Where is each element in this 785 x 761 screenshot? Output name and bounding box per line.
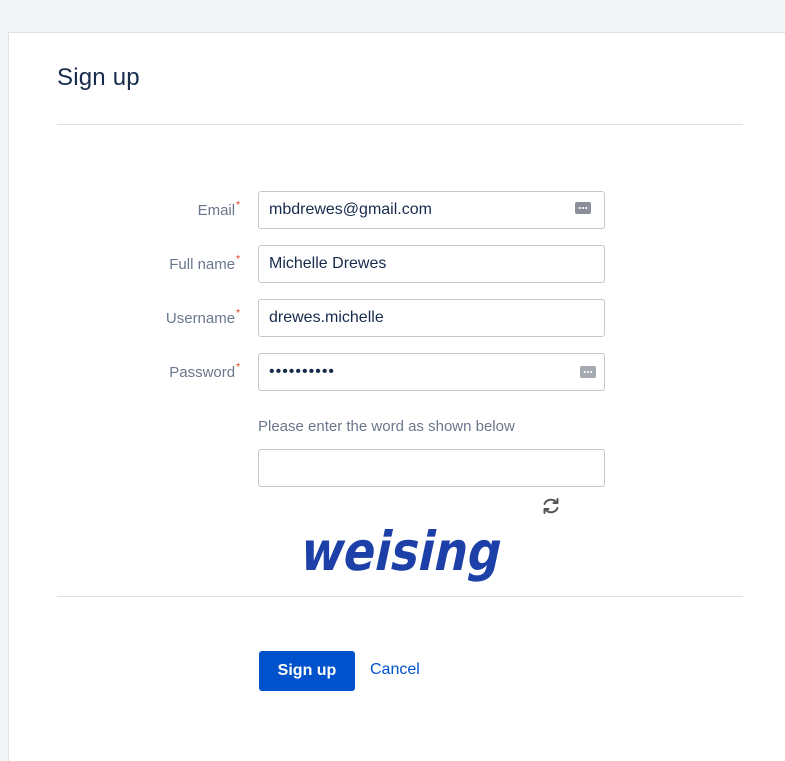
footer-divider — [57, 596, 743, 597]
username-label-text: Username — [165, 310, 236, 327]
captcha-hint: Please enter the word as shown below — [258, 418, 515, 435]
cancel-link[interactable]: Cancel — [370, 661, 420, 679]
password-label-text: Password — [169, 364, 236, 381]
captcha-image: weising — [295, 520, 508, 583]
password-manager-key-icon[interactable] — [580, 366, 596, 378]
password-label: Password* — [50, 362, 240, 381]
top-band — [0, 0, 785, 32]
password-manager-key-icon[interactable] — [575, 202, 591, 214]
full-name-label: Full name* — [50, 254, 240, 273]
username-field[interactable] — [258, 299, 605, 337]
full-name-label-text: Full name — [169, 256, 236, 273]
email-field[interactable] — [258, 191, 605, 229]
signup-panel — [8, 32, 785, 761]
captcha-field[interactable] — [258, 449, 605, 487]
username-required-mark: * — [236, 308, 240, 319]
email-required-mark: * — [236, 200, 240, 211]
refresh-icon[interactable] — [540, 495, 562, 517]
username-label: Username* — [50, 308, 240, 327]
full-name-field[interactable] — [258, 245, 605, 283]
page-title: Sign up — [57, 64, 140, 91]
password-field[interactable] — [258, 353, 605, 391]
captcha-word: weising — [295, 520, 508, 583]
password-required-mark: * — [236, 362, 240, 373]
signup-button[interactable]: Sign up — [259, 651, 355, 691]
email-label-text: Email — [197, 202, 236, 219]
header-divider — [57, 124, 743, 125]
email-label: Email* — [50, 200, 240, 219]
full-name-required-mark: * — [236, 254, 240, 265]
